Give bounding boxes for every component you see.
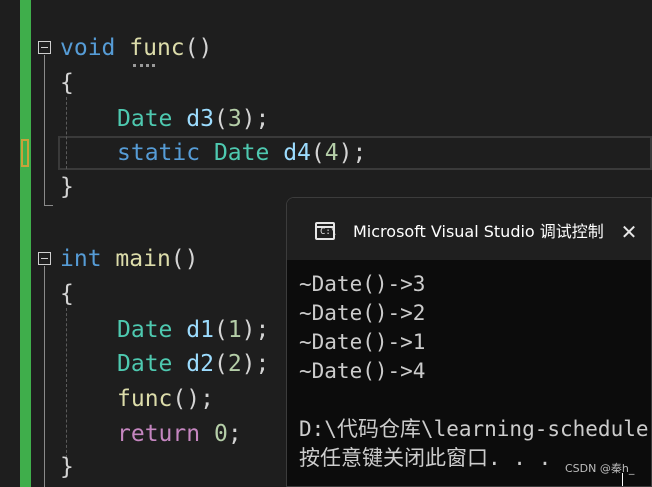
- paren-close: );: [241, 106, 270, 132]
- arg-4: 4: [324, 140, 339, 166]
- console-icon-glyph: C:\: [320, 227, 337, 237]
- console-title: Microsoft Visual Studio 调试控制台: [353, 222, 603, 241]
- current-line-margin-marker: [21, 139, 29, 167]
- var-d1: d1: [186, 317, 214, 343]
- paren-close: );: [338, 140, 367, 166]
- console-line: D:\代码仓库\learning-schedule: [299, 417, 649, 441]
- code-line-return[interactable]: return 0;: [117, 419, 242, 449]
- func-name: func: [129, 35, 185, 61]
- code-line-func-call[interactable]: func();: [117, 384, 214, 414]
- type-date: Date: [117, 317, 173, 343]
- collapse-main-icon[interactable]: [38, 252, 51, 265]
- paren-close: );: [241, 317, 270, 343]
- brace-close: }: [60, 454, 74, 480]
- keyword-static: static: [117, 140, 201, 166]
- var-d2: d2: [186, 351, 214, 377]
- code-line-d4[interactable]: static Date d4(4);: [117, 138, 366, 168]
- collapse-func-icon[interactable]: [38, 41, 51, 54]
- keyword-return: return: [117, 421, 201, 447]
- brace-close: }: [60, 174, 74, 200]
- close-icon[interactable]: ✕: [617, 220, 641, 244]
- brace-open: {: [60, 281, 74, 307]
- debug-console-window[interactable]: C:\ Microsoft Visual Studio 调试控制台 ✕ ~Dat…: [286, 197, 652, 487]
- console-line: ~Date()->4: [299, 359, 426, 383]
- main-parens: (): [170, 246, 199, 272]
- suggestion-dots: [133, 60, 155, 67]
- code-line-func-def[interactable]: void func(): [60, 33, 212, 63]
- code-line-func-open[interactable]: {: [60, 68, 74, 98]
- console-titlebar[interactable]: C:\ Microsoft Visual Studio 调试控制台 ✕: [287, 198, 651, 260]
- code-line-d2[interactable]: Date d2(2);: [117, 349, 269, 379]
- console-line: ~Date()->2: [299, 301, 426, 325]
- paren-open: (: [213, 106, 228, 132]
- paren-close: );: [241, 351, 270, 377]
- change-tracking-bar: [20, 0, 31, 487]
- brace-open: {: [60, 70, 74, 96]
- return-value: 0: [213, 421, 228, 447]
- arg-3: 3: [227, 106, 242, 132]
- console-output: ~Date()->3 ~Date()->2 ~Date()->1 ~Date()…: [299, 270, 651, 473]
- console-icon: C:\: [315, 222, 337, 240]
- main-fold-line: [44, 266, 45, 487]
- code-line-func-close[interactable]: }: [60, 172, 74, 202]
- code-line-main-open[interactable]: {: [60, 279, 74, 309]
- func-indent-guide: [66, 97, 67, 169]
- paren-open: (: [213, 317, 228, 343]
- paren-open: (: [310, 140, 325, 166]
- type-date: Date: [213, 140, 270, 166]
- console-line: ~Date()->1: [299, 330, 426, 354]
- code-line-main-close[interactable]: }: [60, 452, 74, 482]
- arg-1: 1: [227, 317, 242, 343]
- code-line-d1[interactable]: Date d1(1);: [117, 315, 269, 345]
- call-parens: ();: [172, 386, 214, 412]
- var-d3: d3: [186, 106, 214, 132]
- code-line-main-def[interactable]: int main(): [60, 244, 199, 274]
- type-date: Date: [117, 351, 173, 377]
- watermark: CSDN @秦h_: [565, 462, 635, 475]
- paren-open: (: [213, 351, 228, 377]
- main-name: main: [115, 246, 171, 272]
- call-func: func: [117, 386, 173, 412]
- keyword-void: void: [60, 35, 116, 61]
- var-d4: d4: [283, 140, 311, 166]
- main-indent-guide: [66, 308, 67, 458]
- func-fold-end: [44, 205, 53, 206]
- code-line-d3[interactable]: Date d3(3);: [117, 104, 269, 134]
- console-line: ~Date()->3: [299, 272, 426, 296]
- func-parens: (): [184, 35, 213, 61]
- keyword-int: int: [60, 246, 102, 272]
- func-fold-line: [44, 55, 45, 205]
- type-date: Date: [117, 106, 173, 132]
- arg-2: 2: [227, 351, 242, 377]
- semicolon: ;: [227, 421, 242, 447]
